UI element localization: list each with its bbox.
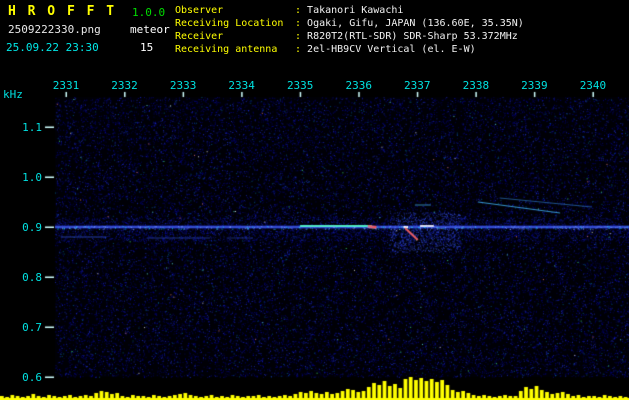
output-filename: 2509222330.png	[8, 23, 101, 36]
station-info-row: Receiving antenna: 2el-HB9CV Vertical (e…	[175, 43, 524, 56]
mode-label: meteor	[130, 23, 170, 36]
datetime-label: 25.09.22 23:30	[6, 41, 99, 54]
app-title: H R O F F T	[8, 4, 117, 19]
station-info-row: Receiver: R820T2(RTL-SDR) SDR-Sharp 53.3…	[175, 30, 524, 43]
freq-tick-label: 0.7	[22, 321, 42, 334]
y-axis-unit: kHz	[3, 88, 23, 101]
station-info: Observer: Takanori Kawachi Receiving Loca…	[175, 4, 524, 56]
station-info-row: Receiving Location: Ogaki, Gifu, JAPAN (…	[175, 17, 524, 30]
time-tick-label: 2339	[521, 79, 548, 92]
info-label: Receiving antenna	[175, 44, 278, 55]
info-colon: :	[295, 5, 308, 16]
time-tick-label: 2331	[52, 79, 80, 92]
time-tick-label: 2333	[169, 79, 197, 92]
info-value: R820T2(RTL-SDR) SDR-Sharp 53.372MHz	[307, 31, 518, 42]
time-tick-label: 2335	[286, 79, 314, 92]
info-label: Observer	[175, 5, 224, 16]
hrofft-window: H R O F F T 1.0.0 2509222330.png meteor …	[0, 0, 629, 400]
echo-count: 15	[140, 41, 154, 54]
freq-tick-label: 1.0	[22, 171, 42, 184]
freq-tick-label: 0.6	[22, 371, 42, 384]
time-tick-label: 2337	[404, 79, 431, 92]
info-label: Receiving Location	[175, 18, 284, 29]
info-value: 2el-HB9CV Vertical (el. E-W)	[307, 44, 476, 55]
time-tick-label: 2338	[462, 79, 490, 92]
info-value: Ogaki, Gifu, JAPAN (136.60E, 35.35N)	[307, 18, 524, 29]
app-version: 1.0.0	[132, 6, 166, 19]
time-tick-label: 2332	[111, 79, 138, 92]
spectrogram-canvas	[0, 72, 629, 400]
header: H R O F F T 1.0.0 2509222330.png meteor …	[0, 0, 629, 72]
info-value: Takanori Kawachi	[307, 5, 404, 16]
info-colon: :	[295, 31, 308, 42]
info-colon: :	[295, 18, 308, 29]
freq-tick-label: 0.9	[22, 221, 42, 234]
time-tick-label: 2340	[579, 79, 607, 92]
time-tick-label: 2334	[228, 79, 255, 92]
info-colon: :	[295, 44, 308, 55]
freq-tick-label: 0.8	[22, 271, 42, 284]
info-label: Receiver	[175, 31, 224, 42]
station-info-row: Observer: Takanori Kawachi	[175, 4, 524, 17]
spectrogram-plot: kHz 2331 2332 2333 2334 2335 2336 2337 2338 2339…	[0, 72, 629, 400]
freq-tick-label: 1.1	[22, 121, 42, 134]
time-tick-label: 2336	[345, 79, 373, 92]
